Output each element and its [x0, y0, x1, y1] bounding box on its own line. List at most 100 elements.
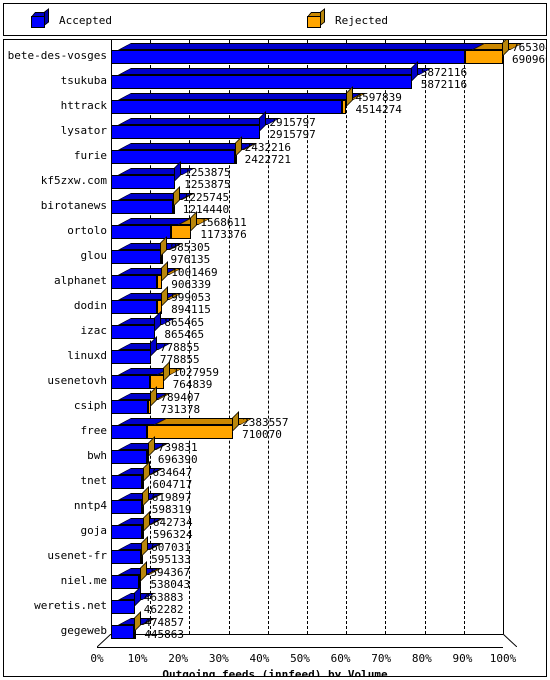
bar-group[interactable] — [111, 411, 503, 442]
bar-group[interactable] — [111, 361, 503, 392]
x-axis-title: Outgoing feeds (innfeed) by Volume — [162, 668, 388, 677]
bar-chart: Accepted Rejected bete-des-vosges 76530 … — [0, 0, 550, 680]
bar-row: izac 865465 865465 — [4, 311, 546, 342]
bar-segment-accepted[interactable] — [111, 75, 412, 89]
bar-row-label: niel.me — [60, 574, 107, 587]
bar-value-accepted: 4514274 — [355, 103, 402, 116]
bar-row-label: alphanet — [54, 274, 107, 287]
bar-row: bwh 739831 696390 — [4, 436, 546, 467]
bar-segment-accepted[interactable] — [111, 425, 148, 439]
bar-segment-accepted[interactable] — [111, 600, 135, 614]
bar-value-accepted: 865465 — [164, 328, 205, 341]
bar-row: furie 2432216 2422721 — [4, 136, 546, 167]
bar-segment-rejected[interactable] — [464, 50, 503, 64]
bar-row: ortolo 1568611 1173376 — [4, 211, 546, 242]
bar-segment-accepted[interactable] — [111, 350, 151, 364]
bar-group[interactable] — [111, 261, 503, 292]
bar-row: niel.me 594367 538043 — [4, 561, 546, 592]
bar-row-label: lysator — [60, 124, 107, 137]
bar-row: tsukuba 5872116 5872116 — [4, 61, 546, 92]
bar-row-label: nntp4 — [73, 499, 107, 512]
bar-segment-accepted[interactable] — [111, 275, 158, 289]
bar-segment-accepted[interactable] — [111, 250, 161, 264]
bar-value-accepted: 596324 — [152, 528, 193, 541]
bar-row-label: birotanews — [40, 199, 107, 212]
bar-value-accepted: 1253875 — [184, 178, 231, 191]
bar-group[interactable] — [111, 211, 503, 242]
bar-value-accepted: 764839 — [172, 378, 213, 391]
bar-segment-accepted[interactable] — [111, 625, 134, 639]
bar-row-label: usenetovh — [47, 374, 107, 387]
bar-segment-top — [118, 118, 281, 125]
bar-segment-accepted[interactable] — [111, 375, 151, 389]
x-tick-label: 100% — [489, 652, 517, 665]
bar-segment-accepted[interactable] — [111, 100, 343, 114]
plot-area: bete-des-vosges76530456909665 tsukuba 5872… — [3, 39, 547, 677]
bar-segment-accepted[interactable] — [111, 200, 174, 214]
bar-row: goja 642734 596324 — [4, 511, 546, 542]
legend-label-rejected: Rejected — [335, 13, 388, 27]
bar-row-label: usenet-fr — [47, 549, 107, 562]
legend-item-rejected: Rejected — [307, 8, 388, 31]
bar-value-accepted: 604717 — [152, 478, 193, 491]
bar-segment-rejected[interactable] — [171, 225, 192, 239]
bar-row: dodin 999053 894115 — [4, 286, 546, 317]
bar-row: usenet-fr 607031 595133 — [4, 536, 546, 567]
bar-row: gegeweb 474857 445863 — [4, 611, 546, 642]
bar-row-label: gegeweb — [60, 624, 107, 637]
bar-group[interactable] — [111, 186, 503, 217]
bar-group[interactable] — [111, 136, 503, 167]
x-tick-label: 0% — [90, 652, 104, 665]
bar-row-label: bwh — [87, 449, 107, 462]
bar-value-accepted: 710070 — [242, 428, 282, 441]
bar-value-accepted: 1173376 — [200, 228, 247, 241]
bar-segment-accepted[interactable] — [111, 50, 465, 64]
bar-group[interactable] — [111, 40, 524, 67]
bar-value-accepted: 696390 — [157, 453, 198, 466]
bar-segment-accepted[interactable] — [111, 450, 147, 464]
bar-row-label: weretis.net — [34, 599, 107, 612]
bar-segment-accepted[interactable] — [111, 400, 149, 414]
bar-segment-accepted[interactable] — [111, 575, 139, 589]
x-tick-label: 60% — [330, 652, 351, 665]
bar-segment-accepted[interactable] — [111, 475, 142, 489]
x-tick-label: 10% — [127, 652, 148, 665]
bar-segment-rejected[interactable] — [147, 425, 234, 439]
bar-row: linuxd 778855 778855 — [4, 336, 546, 367]
bar-group[interactable] — [111, 161, 503, 192]
bar-segment-accepted[interactable] — [111, 525, 142, 539]
bar-value-accepted: 906339 — [171, 278, 212, 291]
cube-icon-accepted — [31, 8, 50, 28]
bar-segment-top — [118, 93, 363, 100]
bar-row: lysator 2915797 2915797 — [4, 111, 546, 142]
bar-row: glou 985305 976135 — [4, 236, 546, 267]
bar-row-label: csiph — [73, 399, 107, 412]
bar-value-accepted: 976135 — [170, 253, 211, 266]
bar-segment-accepted[interactable] — [111, 300, 157, 314]
bar-value-accepted: 462282 — [143, 603, 184, 616]
bar-segment-accepted[interactable] — [111, 225, 172, 239]
bar-segment-accepted[interactable] — [111, 500, 142, 514]
x-tick-label: 70% — [371, 652, 392, 665]
bar-segment-accepted[interactable] — [111, 175, 176, 189]
bar-group[interactable] — [111, 86, 503, 117]
bar-row-label: ortolo — [67, 224, 107, 237]
bar-segment-accepted[interactable] — [111, 550, 142, 564]
chart-legend: Accepted Rejected — [3, 3, 547, 36]
bar-group[interactable] — [111, 286, 503, 317]
legend-label-accepted: Accepted — [59, 13, 112, 27]
bar-segment-accepted[interactable] — [111, 150, 236, 164]
bar-value-accepted: 538043 — [150, 578, 191, 591]
floor-front-edge — [97, 647, 503, 648]
bar-row-label: dodin — [73, 299, 107, 312]
legend-item-accepted: Accepted — [31, 8, 112, 31]
x-tick-label: 40% — [249, 652, 270, 665]
cube-icon-rejected — [307, 8, 326, 28]
bar-segment-accepted[interactable] — [111, 125, 261, 139]
bar-row: csiph 789407 731378 — [4, 386, 546, 417]
bar-value-accepted: 598319 — [151, 503, 192, 516]
bar-row: birotanews 1225745 1214440 — [4, 186, 546, 217]
bar-value-accepted: 6909665 — [512, 53, 546, 66]
bar-segment-accepted[interactable] — [111, 325, 156, 339]
bar-row: kf5zxw.com 1253875 1253875 — [4, 161, 546, 192]
